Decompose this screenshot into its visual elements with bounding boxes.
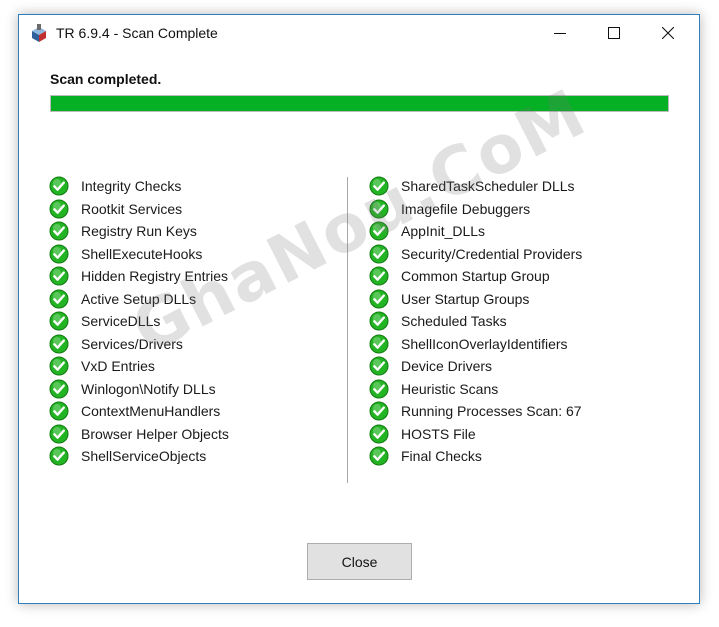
check-circle-icon <box>49 289 69 309</box>
window-title: TR 6.9.4 - Scan Complete <box>56 25 218 41</box>
window-close-button[interactable] <box>645 15 691 51</box>
check-label: ContextMenuHandlers <box>81 403 221 420</box>
minimize-button[interactable] <box>537 15 583 51</box>
check-label: Final Checks <box>401 448 482 465</box>
list-item: Running Processes Scan: 67 <box>369 400 582 423</box>
check-circle-icon <box>49 311 69 331</box>
check-circle-icon <box>369 311 389 331</box>
list-item: Browser Helper Objects <box>49 423 229 446</box>
check-circle-icon <box>369 401 389 421</box>
check-circle-icon <box>369 356 389 376</box>
check-circle-icon <box>369 424 389 444</box>
scan-complete-window: TR 6.9.4 - Scan Complete Scan completed.… <box>18 14 700 604</box>
minimize-icon <box>554 33 566 34</box>
check-label: AppInit_DLLs <box>401 223 486 240</box>
check-label: Integrity Checks <box>81 178 182 195</box>
check-circle-icon <box>369 446 389 466</box>
check-circle-icon <box>49 446 69 466</box>
check-label: SharedTaskScheduler DLLs <box>401 178 575 195</box>
scan-progress-bar <box>50 95 669 112</box>
check-circle-icon <box>369 244 389 264</box>
check-label: HOSTS File <box>401 425 476 442</box>
list-item: Winlogon\Notify DLLs <box>49 378 229 401</box>
check-circle-icon <box>49 266 69 286</box>
check-label: Scheduled Tasks <box>401 313 507 330</box>
list-item: Registry Run Keys <box>49 220 229 243</box>
checks-list-left: Integrity Checks Rootkit Services Registry… <box>49 175 229 468</box>
list-item: Imagefile Debuggers <box>369 198 582 221</box>
check-circle-icon <box>49 221 69 241</box>
check-label: Winlogon\Notify DLLs <box>81 380 216 397</box>
check-circle-icon <box>369 176 389 196</box>
check-label: User Startup Groups <box>401 290 530 307</box>
check-circle-icon <box>369 199 389 219</box>
check-label: Active Setup DLLs <box>81 290 197 307</box>
check-circle-icon <box>49 244 69 264</box>
check-circle-icon <box>49 334 69 354</box>
check-label: Hidden Registry Entries <box>81 268 229 285</box>
maximize-icon <box>608 27 620 39</box>
check-label: VxD Entries <box>81 358 155 375</box>
check-label: Browser Helper Objects <box>81 425 229 442</box>
check-circle-icon <box>369 266 389 286</box>
list-item: Device Drivers <box>369 355 582 378</box>
check-label: Device Drivers <box>401 358 493 375</box>
list-item: ServiceDLLs <box>49 310 229 333</box>
check-label: ShellExecuteHooks <box>81 245 203 262</box>
app-icon <box>32 24 46 42</box>
check-circle-icon <box>49 199 69 219</box>
list-item: HOSTS File <box>369 423 582 446</box>
list-item: Hidden Registry Entries <box>49 265 229 288</box>
check-circle-icon <box>49 424 69 444</box>
list-item: SharedTaskScheduler DLLs <box>369 175 582 198</box>
check-circle-icon <box>369 221 389 241</box>
check-label: Common Startup Group <box>401 268 550 285</box>
check-label: Heuristic Scans <box>401 380 499 397</box>
close-icon <box>662 27 674 39</box>
column-divider <box>347 177 348 483</box>
list-item: ShellExecuteHooks <box>49 243 229 266</box>
title-bar[interactable]: TR 6.9.4 - Scan Complete <box>19 15 699 51</box>
check-circle-icon <box>369 379 389 399</box>
scan-progress-fill <box>51 96 668 111</box>
list-item: Heuristic Scans <box>369 378 582 401</box>
check-label: ShellServiceObjects <box>81 448 207 465</box>
check-label: ServiceDLLs <box>81 313 161 330</box>
check-circle-icon <box>49 401 69 421</box>
list-item: Integrity Checks <box>49 175 229 198</box>
check-circle-icon <box>49 379 69 399</box>
list-item: User Startup Groups <box>369 288 582 311</box>
list-item: VxD Entries <box>49 355 229 378</box>
check-circle-icon <box>369 289 389 309</box>
list-item: Common Startup Group <box>369 265 582 288</box>
scan-status-heading: Scan completed. <box>50 71 162 87</box>
check-label: Security/Credential Providers <box>401 245 583 262</box>
check-label: Imagefile Debuggers <box>401 200 531 217</box>
check-label: Rootkit Services <box>81 200 183 217</box>
list-item: Services/Drivers <box>49 333 229 356</box>
check-circle-icon <box>369 334 389 354</box>
check-label: Services/Drivers <box>81 335 183 352</box>
close-button[interactable]: Close <box>307 543 412 580</box>
list-item: Active Setup DLLs <box>49 288 229 311</box>
check-circle-icon <box>49 356 69 376</box>
check-label: Running Processes Scan: 67 <box>401 403 582 420</box>
list-item: Security/Credential Providers <box>369 243 582 266</box>
list-item: Final Checks <box>369 445 582 468</box>
list-item: Scheduled Tasks <box>369 310 582 333</box>
list-item: AppInit_DLLs <box>369 220 582 243</box>
check-circle-icon <box>49 176 69 196</box>
checks-list-right: SharedTaskScheduler DLLs Imagefile Debugg… <box>369 175 582 468</box>
list-item: ShellServiceObjects <box>49 445 229 468</box>
list-item: ShellIconOverlayIdentifiers <box>369 333 582 356</box>
maximize-button[interactable] <box>591 15 637 51</box>
check-label: Registry Run Keys <box>81 223 197 240</box>
check-label: ShellIconOverlayIdentifiers <box>401 335 568 352</box>
list-item: ContextMenuHandlers <box>49 400 229 423</box>
list-item: Rootkit Services <box>49 198 229 221</box>
